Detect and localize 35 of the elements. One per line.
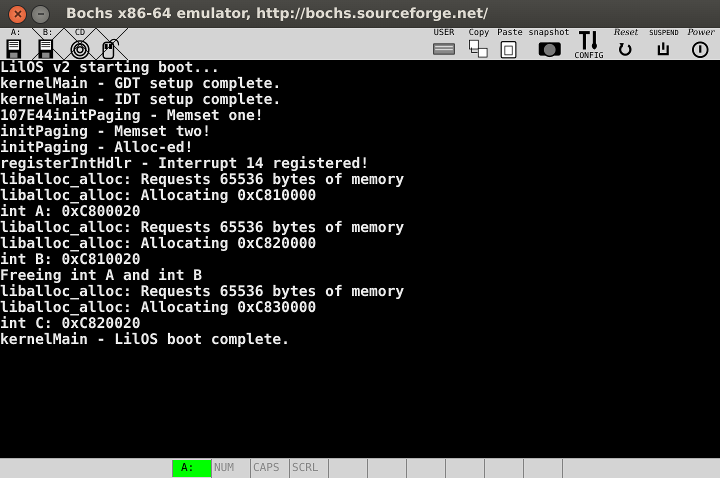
close-icon: [14, 10, 22, 18]
window-title: Bochs x86-64 emulator, http://bochs.sourceforge.net/: [66, 6, 488, 22]
console-line: int C: 0xC820020: [0, 316, 142, 332]
toolbar-button[interactable]: CONFIG: [572, 28, 606, 60]
console-line: kernelMain - GDT setup complete.: [0, 76, 282, 92]
console-line: LilOS v2 starting boot...: [0, 60, 221, 76]
toolbar-button[interactable]: Paste: [494, 28, 526, 60]
console-line: liballoc_alloc: Allocating 0xC830000: [0, 300, 318, 316]
toolbar-button[interactable]: A:: [0, 28, 32, 60]
console-line: initPaging - Alloc-ed!: [0, 140, 194, 156]
console-line: liballoc_alloc: Allocating 0xC810000: [0, 188, 318, 204]
minimize-icon: [36, 13, 44, 15]
console-line: Freeing int A and int B: [0, 268, 204, 284]
console-line: registerIntHdlr - Interrupt 14 registered!: [0, 156, 370, 172]
console-line: kernelMain - IDT setup complete.: [0, 92, 282, 108]
status-indicator: SCRL: [289, 459, 328, 478]
toolbar-button[interactable]: USER: [424, 28, 464, 60]
console-line: liballoc_alloc: Requests 65536 bytes of memory: [0, 220, 406, 236]
console-line: int B: 0xC810020: [0, 252, 142, 268]
status-indicator: NUM: [211, 459, 250, 478]
toolbar-button[interactable]: snapshot: [526, 28, 572, 60]
toolbar-button[interactable]: Reset: [606, 28, 646, 60]
console-line: liballoc_alloc: Requests 65536 bytes of memory: [0, 284, 406, 300]
close-button[interactable]: [8, 4, 27, 24]
console-line: liballoc_alloc: Requests 65536 bytes of memory: [0, 172, 406, 188]
console-line: kernelMain - LilOS boot complete.: [0, 332, 291, 348]
status-indicator: A:: [172, 460, 211, 477]
console-line: liballoc_alloc: Allocating 0xC820000: [0, 236, 318, 252]
status-indicator: CAPS: [250, 459, 289, 478]
console-line: int A: 0xC800020: [0, 204, 142, 220]
toolbar-button[interactable]: Power: [682, 28, 720, 60]
toolbar-button[interactable]: Copy: [464, 28, 494, 60]
console-line: initPaging - Memset two!: [0, 124, 212, 140]
minimize-button[interactable]: [31, 4, 50, 24]
console-line: 107E44initPaging - Memset one!: [0, 108, 265, 124]
